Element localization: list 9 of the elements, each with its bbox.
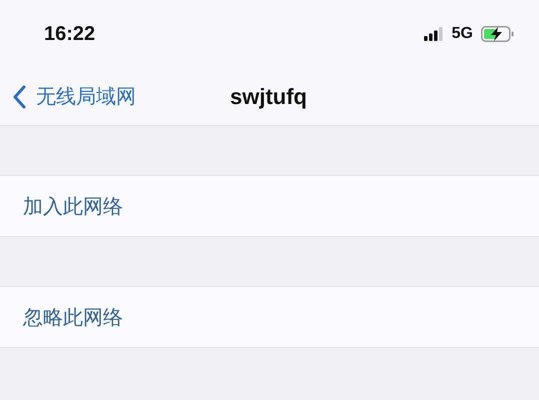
action-row[interactable]: 加入此网络 <box>0 175 539 237</box>
back-button[interactable]: 无线局域网 <box>0 83 136 110</box>
nav-title: swjtufq <box>230 84 307 110</box>
network-label: 5G <box>452 25 473 43</box>
action-row[interactable]: 忽略此网络 <box>0 286 539 348</box>
signal-icon <box>424 27 444 41</box>
battery-charging-icon <box>481 26 515 42</box>
status-time: 16:22 <box>44 22 96 46</box>
chevron-left-icon <box>12 84 26 108</box>
